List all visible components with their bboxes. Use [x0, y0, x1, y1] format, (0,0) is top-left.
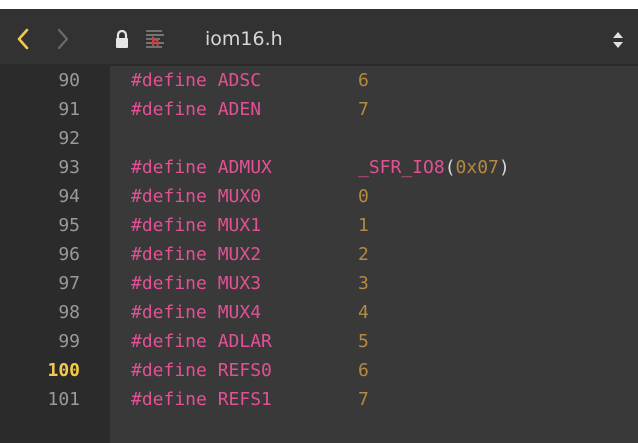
code-line[interactable]: 101 #define REFS1 7: [0, 385, 638, 414]
line-number: 93: [58, 157, 80, 178]
code-line[interactable]: 95 #define MUX1 1: [0, 211, 638, 240]
lock-icon: [116, 29, 128, 48]
line-number: 96: [58, 244, 80, 265]
hex-literal: 0x07: [455, 157, 499, 178]
editor-toolbar: h iom16.h: [0, 9, 638, 65]
define-directive: #define ADEN: [131, 99, 262, 120]
code-line[interactable]: 90 #define ADSC 6: [0, 66, 638, 95]
code-line[interactable]: 99 #define ADLAR 5: [0, 327, 638, 356]
window-top-edge: [0, 0, 638, 9]
code-line[interactable]: 97 #define MUX3 3: [0, 269, 638, 298]
editor-window: h iom16.h 90 #define ADSC 6 91 #define ADEN 7…: [0, 0, 638, 443]
line-number: 100: [47, 360, 80, 381]
define-directive: #define REFS0: [131, 360, 272, 381]
define-directive: #define ADSC: [131, 70, 262, 91]
line-number: 91: [58, 99, 80, 120]
line-number: 97: [58, 273, 80, 294]
close-paren: ): [498, 157, 510, 178]
forward-button[interactable]: [52, 28, 74, 50]
line-number: 98: [58, 302, 80, 323]
line-number: 92: [58, 128, 80, 149]
file-icon-button[interactable]: h: [140, 28, 170, 50]
code-line[interactable]: 100 #define REFS0 6: [0, 356, 638, 385]
define-directive: #define MUX3: [131, 273, 262, 294]
line-number: 95: [58, 215, 80, 236]
macro-value: 7: [358, 389, 369, 410]
svg-text:h: h: [151, 35, 160, 49]
macro-value: 1: [358, 215, 369, 236]
file-name[interactable]: iom16.h: [205, 26, 283, 52]
define-directive: #define MUX1: [131, 215, 262, 236]
code-line[interactable]: 91 #define ADEN 7: [0, 95, 638, 124]
line-number: 94: [58, 186, 80, 207]
chevron-right-icon: [57, 28, 69, 50]
macro-value: 5: [358, 331, 369, 352]
line-number: 99: [58, 331, 80, 352]
macro-value: 6: [358, 360, 369, 381]
define-directive: #define MUX4: [131, 302, 262, 323]
back-button[interactable]: [12, 28, 34, 50]
code-line[interactable]: 93 #define ADMUX _SFR_IO8(0x07): [0, 153, 638, 182]
define-directive: #define MUX2: [131, 244, 262, 265]
macro-value: 7: [358, 99, 369, 120]
line-number: 101: [47, 389, 80, 410]
define-directive: #define MUX0: [131, 186, 262, 207]
lock-button[interactable]: [112, 28, 132, 50]
define-directive: #define ADLAR: [131, 331, 272, 352]
macro-value: 3: [358, 273, 369, 294]
define-directive: #define REFS1: [131, 389, 272, 410]
code-line[interactable]: 96 #define MUX2 2: [0, 240, 638, 269]
code-line[interactable]: 92: [0, 124, 638, 153]
define-directive: #define ADMUX: [131, 157, 272, 178]
macro-function: _SFR_IO8: [358, 157, 445, 178]
macro-value: 2: [358, 244, 369, 265]
header-file-icon: h: [146, 30, 164, 49]
macro-value: 6: [358, 70, 369, 91]
macro-value: _SFR_IO8(0x07): [358, 153, 510, 182]
code-line[interactable]: 98 #define MUX4 4: [0, 298, 638, 327]
macro-value: 4: [358, 302, 369, 323]
line-number: 90: [58, 70, 80, 91]
open-paren: (: [444, 157, 456, 178]
up-down-arrows-icon: [613, 32, 623, 48]
file-menu-button[interactable]: [608, 31, 628, 49]
chevron-left-icon: [17, 28, 29, 50]
macro-value: 0: [358, 186, 369, 207]
code-line[interactable]: 94 #define MUX0 0: [0, 182, 638, 211]
